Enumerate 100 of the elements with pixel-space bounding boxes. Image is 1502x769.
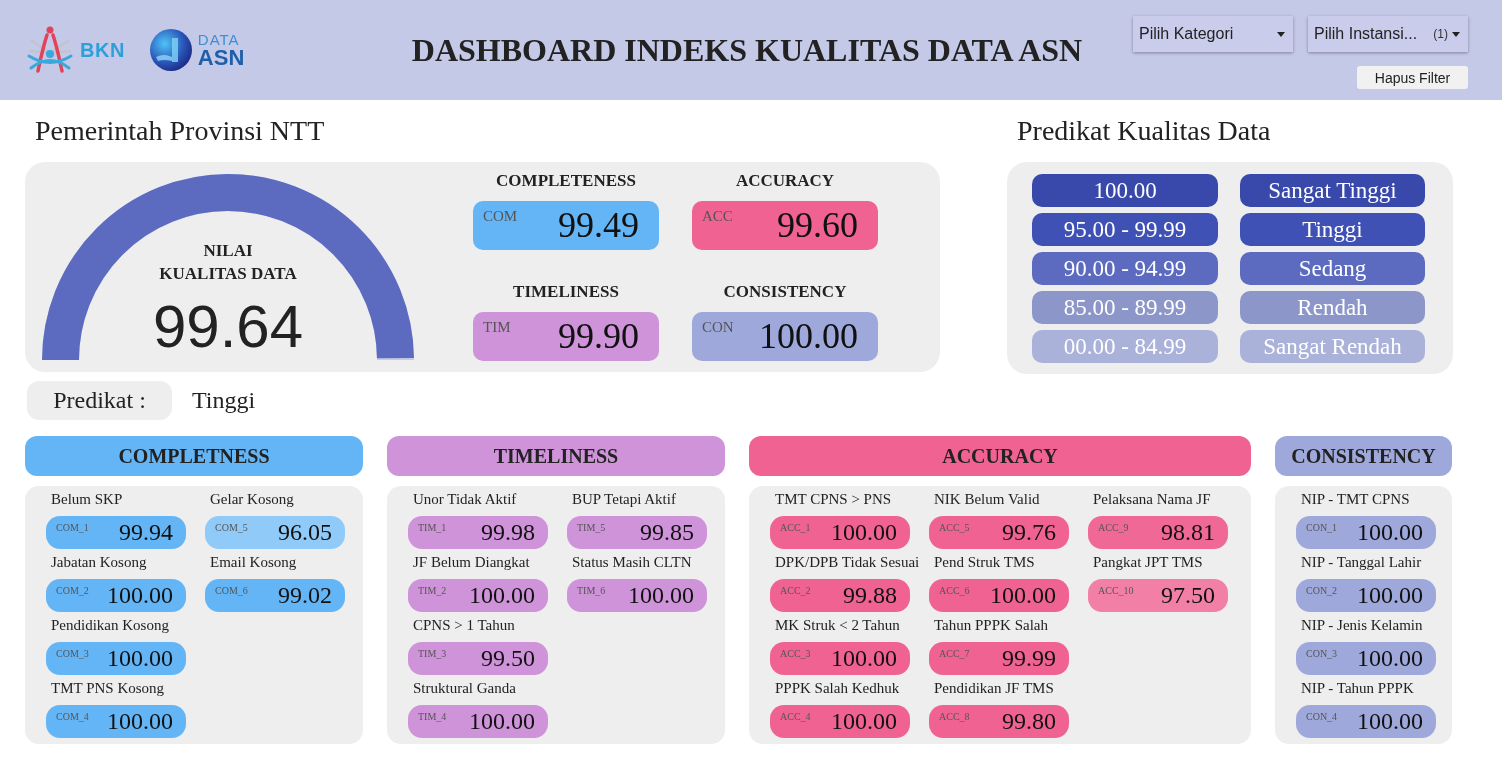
indicator-code: TIM_3 [418, 648, 447, 661]
clear-filter-button[interactable]: Hapus Filter [1357, 66, 1468, 89]
indicator-label: BUP Tetapi Aktif [571, 490, 676, 509]
indicator-label: Belum SKP [50, 490, 123, 509]
indicator-code: COM_2 [56, 585, 89, 598]
section-header: CONSISTENCY [1275, 436, 1452, 476]
predicate-label: Predikat : [27, 381, 172, 420]
indicator-code: TIM_1 [418, 522, 447, 535]
score-value: 99.02 [278, 581, 332, 610]
indicator-code: COM_4 [56, 711, 89, 724]
indicator-label: Unor Tidak Aktif [412, 490, 517, 509]
score-value: 100.00 [831, 644, 897, 673]
range-label: 100.00 [1032, 174, 1218, 207]
dashboard-title: DASHBOARD INDEKS KUALITAS DATA ASN [411, 31, 1083, 69]
agency-title: Pemerintah Provinsi NTT [35, 114, 325, 148]
metric-title: TIMELINESS [513, 280, 619, 303]
metric-code: ACC [702, 208, 733, 226]
score-value: 99.50 [481, 644, 535, 673]
score-value: 100.00 [107, 707, 173, 736]
indicator-label: JF Belum Diangkat [412, 553, 530, 572]
score-value: 99.99 [1002, 644, 1056, 673]
range-label: 95.00 - 99.99 [1032, 213, 1218, 246]
score-value: 96.05 [278, 518, 332, 547]
legend-title: Predikat Kualitas Data [1017, 114, 1271, 148]
range-label: 90.00 - 94.99 [1032, 252, 1218, 285]
indicator-label: Tahun PPPK Salah [933, 616, 1048, 635]
score-value: 100.00 [1357, 707, 1423, 736]
indicator-code: ACC_10 [1098, 585, 1134, 598]
score-value: 100.00 [990, 581, 1056, 610]
indicator-label: Pendidikan JF TMS [933, 679, 1054, 698]
score-value: 97.50 [1161, 581, 1215, 610]
caret-icon [1277, 31, 1285, 37]
indicator-label: NIP - Tahun PPPK [1300, 679, 1414, 698]
indicator-label: Struktural Ganda [412, 679, 516, 698]
score-value: 100.00 [469, 707, 535, 736]
gauge-value: 99.64 [152, 295, 304, 359]
indicator-code: ACC_7 [939, 648, 970, 661]
metric-title: CONSISTENCY [723, 280, 847, 303]
indicator-code: COM_3 [56, 648, 89, 661]
score-value: 100.00 [831, 518, 897, 547]
indicator-code: ACC_8 [939, 711, 970, 724]
indicator-code: CON_4 [1306, 711, 1338, 724]
score-value: 99.76 [1002, 518, 1056, 547]
indicator-label: Pelaksana Nama JF [1092, 490, 1211, 509]
score-value: 98.81 [1161, 518, 1215, 547]
indicator-label: Pendidikan Kosong [50, 616, 169, 635]
score-value: 99.98 [481, 518, 535, 547]
indicator-code: ACC_5 [939, 522, 970, 535]
indicator-code: ACC_2 [780, 585, 811, 598]
metric-value: 99.49 [558, 204, 639, 247]
round-logo-icon [149, 29, 192, 71]
score-value: 100.00 [831, 707, 897, 736]
score-value: 100.00 [1357, 644, 1423, 673]
score-value: 99.80 [1002, 707, 1056, 736]
score-value: 100.00 [628, 581, 694, 610]
indicator-label: TMT CPNS > PNS [774, 490, 892, 509]
indicator-label: Email Kosong [209, 553, 297, 572]
indicator-label: PPPK Salah Kedhuk [774, 679, 900, 698]
section-header: COMPLETNESS [25, 436, 363, 476]
metric-value: 99.60 [777, 204, 858, 247]
predicate-value: Tinggi [192, 387, 256, 414]
score-value: 100.00 [107, 644, 173, 673]
section-header: TIMELINESS [387, 436, 725, 476]
indicator-code: TIM_5 [577, 522, 606, 535]
range-label: 85.00 - 89.99 [1032, 291, 1218, 324]
logo-text: ASN [197, 48, 245, 68]
indicator-code: ACC_3 [780, 648, 811, 661]
indicator-label: NIK Belum Valid [933, 490, 1040, 509]
indicator-label: Status Masih CLTN [571, 553, 692, 572]
metric-value: 99.90 [558, 314, 639, 358]
indicator-label: TMT PNS Kosong [50, 679, 165, 698]
logo-text: DATA [197, 32, 240, 48]
metric-code: COM [483, 208, 518, 226]
metric-title: COMPLETENESS [496, 170, 636, 192]
indicator-label: Pangkat JPT TMS [1092, 553, 1203, 572]
indicator-code: TIM_2 [418, 585, 447, 598]
grade-label: Sangat Rendah [1240, 330, 1425, 363]
score-value: 100.00 [469, 581, 535, 610]
logo-text: BKN [80, 38, 125, 62]
indicator-label: NIP - TMT CPNS [1300, 490, 1410, 509]
indicator-code: TIM_4 [418, 711, 447, 724]
filter-dropdown[interactable]: Pilih Instansi... (1) [1308, 16, 1468, 52]
score-value: 99.88 [843, 581, 897, 610]
selection-count: (1) [1433, 27, 1448, 41]
indicator-label: MK Struk < 2 Tahun [774, 616, 900, 635]
metric-code: TIM [483, 318, 511, 337]
indicator-label: NIP - Jenis Kelamin [1300, 616, 1423, 635]
indicator-code: CON_3 [1306, 648, 1338, 661]
grade-label: Sedang [1240, 252, 1425, 285]
indicator-code: ACC_4 [780, 711, 811, 724]
indicator-label: Gelar Kosong [209, 490, 294, 509]
indicator-label: CPNS > 1 Tahun [412, 616, 515, 635]
score-value: 100.00 [1357, 518, 1423, 547]
grade-label: Rendah [1240, 291, 1425, 324]
filter-dropdown[interactable]: Pilih Kategori [1133, 16, 1293, 52]
indicator-label: Pend Struk TMS [933, 553, 1035, 572]
grade-label: Tinggi [1240, 213, 1425, 246]
indicator-code: COM_6 [215, 585, 248, 598]
indicator-code: ACC_1 [780, 522, 811, 535]
indicator-code: CON_2 [1306, 585, 1338, 598]
